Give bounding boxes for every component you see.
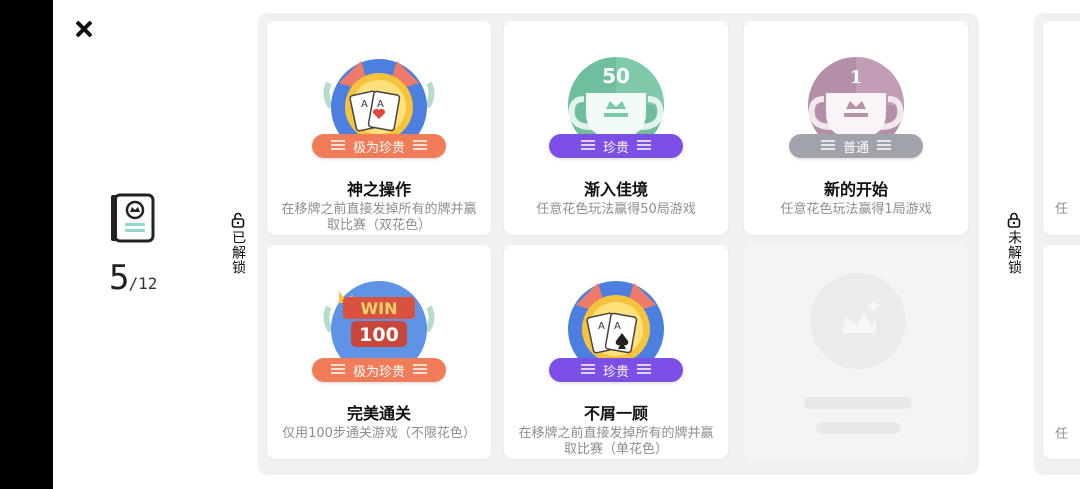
svg-text:1: 1 bbox=[850, 67, 863, 88]
svg-text:A: A bbox=[614, 321, 621, 332]
placeholder-badge bbox=[810, 273, 906, 369]
achievement-title: 完美通关 bbox=[346, 404, 411, 423]
achievement-card[interactable]: 1 普通 新的开始 任意花色玩法赢得1局游戏 bbox=[744, 21, 968, 235]
lock-icon bbox=[1007, 212, 1021, 228]
close-icon[interactable] bbox=[73, 18, 95, 40]
svg-text:50: 50 bbox=[602, 64, 630, 88]
rarity-badge: 极为珍贵 bbox=[312, 358, 446, 382]
achievement-card[interactable]: A A 极为珍贵 神之操作 在移牌之前直接发掉所有的牌并赢取比赛（双花色） bbox=[267, 21, 491, 235]
locked-section-label: 未解锁 bbox=[1004, 212, 1024, 275]
achievement-counter: 5/12 bbox=[109, 258, 157, 298]
rarity-badge: 普通 bbox=[789, 134, 923, 158]
achievement-desc: 在移牌之前直接发掉所有的牌并赢取比赛（双花色） bbox=[281, 202, 477, 233]
achievement-title: 新的开始 bbox=[823, 180, 888, 199]
unlocked-lock-icon bbox=[231, 212, 245, 228]
achievement-book-icon bbox=[111, 193, 155, 243]
achievement-card[interactable]: A A 珍贵 不屑一顾 在移牌之前直接发掉所有的牌并赢取比赛（单花色） bbox=[504, 245, 728, 459]
rarity-badge: 极为珍贵 bbox=[312, 134, 446, 158]
achievement-desc: 在移牌之前直接发掉所有的牌并赢取比赛（单花色） bbox=[518, 426, 714, 457]
crown-placeholder-icon bbox=[842, 299, 881, 333]
rarity-badge: 珍贵 bbox=[549, 134, 683, 158]
locked-achievement-card[interactable]: 任 bbox=[1043, 21, 1080, 235]
achievement-card[interactable]: 50 珍贵 渐入佳境 任意花色玩法赢得50局游戏 bbox=[504, 21, 728, 235]
svg-text:A: A bbox=[361, 99, 368, 110]
svg-text:A: A bbox=[598, 321, 605, 332]
achievement-title: 神之操作 bbox=[346, 180, 411, 199]
achievement-desc: 任意花色玩法赢得50局游戏 bbox=[536, 202, 696, 217]
locked-achievement-card[interactable]: 任 bbox=[1043, 245, 1080, 459]
svg-text:WIN: WIN bbox=[361, 299, 398, 318]
locked-panel: 任 任 bbox=[1034, 13, 1080, 475]
achievements-page: 5/12 已解锁 A A 极为珍贵 神之操作 在移牌之前直接发掉所有的牌并赢取比… bbox=[53, 0, 1080, 489]
locked-achievement-desc: 任 bbox=[1055, 427, 1069, 442]
achievement-desc: 任意花色玩法赢得1局游戏 bbox=[780, 202, 932, 217]
svg-text:100: 100 bbox=[359, 324, 399, 346]
unlocked-label: 已解锁 bbox=[230, 230, 246, 275]
achievement-title: 不屑一顾 bbox=[583, 404, 648, 423]
unlocked-count: 5 bbox=[109, 258, 130, 298]
placeholder-desc-bar bbox=[816, 422, 900, 434]
rarity-badge: 珍贵 bbox=[549, 358, 683, 382]
achievement-title: 渐入佳境 bbox=[583, 180, 648, 199]
locked-achievement-desc: 任 bbox=[1055, 202, 1069, 217]
unlocked-panel: A A 极为珍贵 神之操作 在移牌之前直接发掉所有的牌并赢取比赛（双花色） 50… bbox=[258, 13, 979, 475]
unlocked-section-label: 已解锁 bbox=[228, 212, 248, 275]
empty-achievement-slot bbox=[744, 245, 968, 459]
achievement-card[interactable]: WIN 100 极为珍贵 完美通关 仅用100步通关游戏（不限花色） bbox=[267, 245, 491, 459]
placeholder-title-bar bbox=[804, 397, 912, 409]
svg-text:A: A bbox=[377, 99, 384, 110]
locked-label: 未解锁 bbox=[1006, 230, 1022, 275]
total-count: /12 bbox=[128, 274, 158, 293]
achievement-desc: 仅用100步通关游戏（不限花色） bbox=[282, 426, 476, 441]
